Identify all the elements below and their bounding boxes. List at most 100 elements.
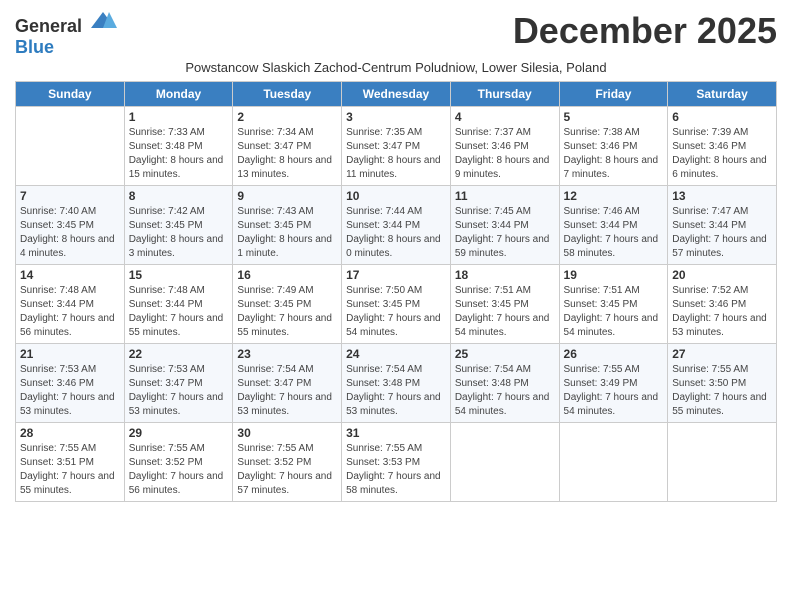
day-number: 24 [346,347,446,361]
calendar-cell: 28 Sunrise: 7:55 AMSunset: 3:51 PMDayligh… [16,423,125,502]
calendar-cell: 8 Sunrise: 7:42 AMSunset: 3:45 PMDaylight… [124,186,233,265]
day-info: Sunrise: 7:55 AMSunset: 3:52 PMDaylight:… [237,442,337,498]
day-number: 19 [564,268,664,282]
calendar-cell: 25 Sunrise: 7:54 AMSunset: 3:48 PMDayligh… [450,344,559,423]
day-number: 21 [20,347,120,361]
week-row-2: 14Sunrise: 7:48 AMSunset: 3:44 PMDayligh… [16,265,777,344]
logo-general: General [15,16,82,36]
week-row-1: 7Sunrise: 7:40 AMSunset: 3:45 PMDaylight… [16,186,777,265]
calendar-cell: 15Sunrise: 7:48 AMSunset: 3:44 PMDayligh… [124,265,233,344]
calendar-cell: 27 Sunrise: 7:55 AMSunset: 3:50 PMDayligh… [668,344,777,423]
calendar-cell: 16Sunrise: 7:49 AMSunset: 3:45 PMDayligh… [233,265,342,344]
day-info: Sunrise: 7:55 AMSunset: 3:52 PMDaylight:… [129,442,229,498]
calendar-table: SundayMondayTuesdayWednesdayThursdayFrid… [15,81,777,502]
day-number: 3 [346,110,446,124]
day-info: Sunrise: 7:52 AMSunset: 3:46 PMDaylight:… [672,284,772,340]
calendar-cell: 14Sunrise: 7:48 AMSunset: 3:44 PMDayligh… [16,265,125,344]
day-number: 26 [564,347,664,361]
day-info: Sunrise: 7:54 AMSunset: 3:48 PMDaylight:… [346,363,446,419]
week-row-0: 1Sunrise: 7:33 AMSunset: 3:48 PMDaylight… [16,107,777,186]
day-number: 7 [20,189,120,203]
header-wednesday: Wednesday [342,82,451,107]
header-sunday: Sunday [16,82,125,107]
calendar-cell: 6 Sunrise: 7:39 AMSunset: 3:46 PMDaylight… [668,107,777,186]
calendar-cell: 18 Sunrise: 7:51 AMSunset: 3:45 PMDayligh… [450,265,559,344]
day-info: Sunrise: 7:33 AMSunset: 3:48 PMDaylight:… [129,126,229,182]
day-number: 4 [455,110,555,124]
day-info: Sunrise: 7:53 AMSunset: 3:47 PMDaylight:… [129,363,229,419]
calendar-cell: 1Sunrise: 7:33 AMSunset: 3:48 PMDaylight… [124,107,233,186]
calendar-cell: 4Sunrise: 7:37 AMSunset: 3:46 PMDaylight… [450,107,559,186]
calendar-cell [450,423,559,502]
day-info: Sunrise: 7:49 AMSunset: 3:45 PMDaylight:… [237,284,337,340]
calendar-cell: 11 Sunrise: 7:45 AMSunset: 3:44 PMDayligh… [450,186,559,265]
calendar-cell: 21 Sunrise: 7:53 AMSunset: 3:46 PMDayligh… [16,344,125,423]
day-number: 6 [672,110,772,124]
day-info: Sunrise: 7:43 AMSunset: 3:45 PMDaylight:… [237,205,337,261]
month-title: December 2025 [513,10,777,52]
calendar-cell: 29 Sunrise: 7:55 AMSunset: 3:52 PMDayligh… [124,423,233,502]
day-number: 13 [672,189,772,203]
day-info: Sunrise: 7:48 AMSunset: 3:44 PMDaylight:… [129,284,229,340]
day-info: Sunrise: 7:51 AMSunset: 3:45 PMDaylight:… [564,284,664,340]
day-number: 20 [672,268,772,282]
calendar-cell: 22 Sunrise: 7:53 AMSunset: 3:47 PMDayligh… [124,344,233,423]
calendar-cell [668,423,777,502]
day-number: 10 [346,189,446,203]
day-info: Sunrise: 7:46 AMSunset: 3:44 PMDaylight:… [564,205,664,261]
day-number: 2 [237,110,337,124]
calendar-cell: 31 Sunrise: 7:55 AMSunset: 3:53 PMDayligh… [342,423,451,502]
day-info: Sunrise: 7:51 AMSunset: 3:45 PMDaylight:… [455,284,555,340]
week-row-4: 28 Sunrise: 7:55 AMSunset: 3:51 PMDayligh… [16,423,777,502]
day-number: 11 [455,189,555,203]
day-number: 23 [237,347,337,361]
header-tuesday: Tuesday [233,82,342,107]
logo-icon [89,10,117,32]
calendar-cell: 19 Sunrise: 7:51 AMSunset: 3:45 PMDayligh… [559,265,668,344]
calendar-cell: 23 Sunrise: 7:54 AMSunset: 3:47 PMDayligh… [233,344,342,423]
day-number: 22 [129,347,229,361]
day-number: 31 [346,426,446,440]
calendar-cell: 2Sunrise: 7:34 AMSunset: 3:47 PMDaylight… [233,107,342,186]
calendar-cell [559,423,668,502]
calendar-cell: 3 Sunrise: 7:35 AMSunset: 3:47 PMDaylight… [342,107,451,186]
day-info: Sunrise: 7:44 AMSunset: 3:44 PMDaylight:… [346,205,446,261]
day-number: 29 [129,426,229,440]
day-info: Sunrise: 7:55 AMSunset: 3:53 PMDaylight:… [346,442,446,498]
calendar-cell: 13Sunrise: 7:47 AMSunset: 3:44 PMDayligh… [668,186,777,265]
header-monday: Monday [124,82,233,107]
day-info: Sunrise: 7:53 AMSunset: 3:46 PMDaylight:… [20,363,120,419]
header-thursday: Thursday [450,82,559,107]
calendar-header-row: SundayMondayTuesdayWednesdayThursdayFrid… [16,82,777,107]
day-number: 30 [237,426,337,440]
header-friday: Friday [559,82,668,107]
calendar-cell: 7Sunrise: 7:40 AMSunset: 3:45 PMDaylight… [16,186,125,265]
calendar-cell: 20 Sunrise: 7:52 AMSunset: 3:46 PMDayligh… [668,265,777,344]
calendar-cell: 5Sunrise: 7:38 AMSunset: 3:46 PMDaylight… [559,107,668,186]
day-info: Sunrise: 7:42 AMSunset: 3:45 PMDaylight:… [129,205,229,261]
day-info: Sunrise: 7:54 AMSunset: 3:48 PMDaylight:… [455,363,555,419]
calendar-cell [16,107,125,186]
day-info: Sunrise: 7:55 AMSunset: 3:49 PMDaylight:… [564,363,664,419]
day-info: Sunrise: 7:50 AMSunset: 3:45 PMDaylight:… [346,284,446,340]
calendar-subtitle: Powstancow Slaskich Zachod-Centrum Polud… [15,60,777,75]
calendar-cell: 9 Sunrise: 7:43 AMSunset: 3:45 PMDaylight… [233,186,342,265]
day-number: 25 [455,347,555,361]
day-info: Sunrise: 7:55 AMSunset: 3:51 PMDaylight:… [20,442,120,498]
day-number: 9 [237,189,337,203]
day-info: Sunrise: 7:55 AMSunset: 3:50 PMDaylight:… [672,363,772,419]
day-info: Sunrise: 7:38 AMSunset: 3:46 PMDaylight:… [564,126,664,182]
day-info: Sunrise: 7:54 AMSunset: 3:47 PMDaylight:… [237,363,337,419]
day-number: 18 [455,268,555,282]
week-row-3: 21 Sunrise: 7:53 AMSunset: 3:46 PMDayligh… [16,344,777,423]
logo-blue: Blue [15,37,54,57]
day-number: 8 [129,189,229,203]
day-number: 28 [20,426,120,440]
day-info: Sunrise: 7:45 AMSunset: 3:44 PMDaylight:… [455,205,555,261]
logo: General Blue [15,10,117,58]
day-info: Sunrise: 7:48 AMSunset: 3:44 PMDaylight:… [20,284,120,340]
day-number: 27 [672,347,772,361]
day-info: Sunrise: 7:35 AMSunset: 3:47 PMDaylight:… [346,126,446,182]
calendar-cell: 26 Sunrise: 7:55 AMSunset: 3:49 PMDayligh… [559,344,668,423]
day-info: Sunrise: 7:39 AMSunset: 3:46 PMDaylight:… [672,126,772,182]
